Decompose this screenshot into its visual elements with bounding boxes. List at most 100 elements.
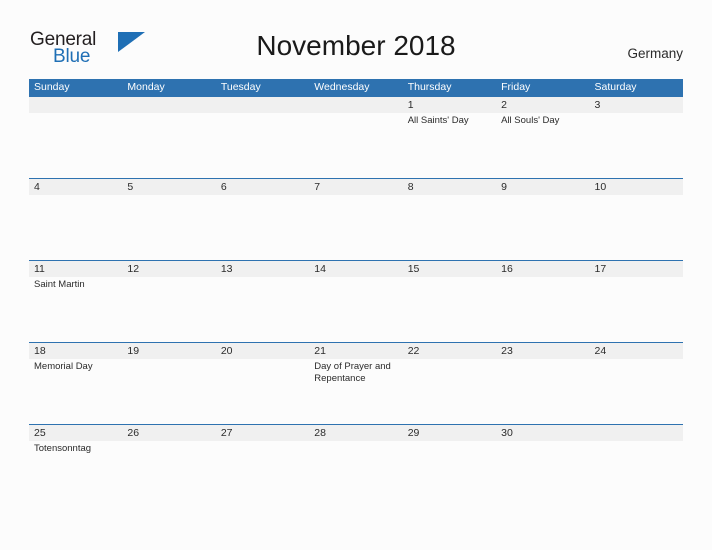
- day-number[interactable]: 8: [403, 179, 496, 195]
- day-cell[interactable]: Totensonntag: [29, 441, 122, 506]
- day-number[interactable]: 11: [29, 261, 122, 277]
- calendar-week-row: 4 5 6 7 8 9 10: [29, 178, 683, 260]
- day-number[interactable]: 26: [122, 425, 215, 441]
- day-cell[interactable]: [122, 277, 215, 342]
- day-number[interactable]: 20: [216, 343, 309, 359]
- day-number[interactable]: 7: [309, 179, 402, 195]
- holiday-label: Day of Prayer and Repentance: [314, 361, 391, 384]
- day-cell[interactable]: [590, 441, 683, 506]
- calendar-week-row: 18 19 20 21 22 23 24 Memorial Day Day of…: [29, 342, 683, 424]
- day-number[interactable]: 6: [216, 179, 309, 195]
- day-cell[interactable]: [309, 195, 402, 260]
- day-header-friday: Friday: [501, 81, 531, 93]
- day-cell[interactable]: [29, 113, 122, 178]
- day-cell[interactable]: Saint Martin: [29, 277, 122, 342]
- day-number[interactable]: 25: [29, 425, 122, 441]
- day-header-sunday: Sunday: [34, 81, 70, 93]
- day-number[interactable]: 24: [590, 343, 683, 359]
- day-number[interactable]: 27: [216, 425, 309, 441]
- day-number[interactable]: 17: [590, 261, 683, 277]
- day-cell[interactable]: [216, 113, 309, 178]
- day-cell[interactable]: [122, 195, 215, 260]
- day-cell[interactable]: [403, 441, 496, 506]
- day-cell[interactable]: [403, 359, 496, 424]
- day-header-saturday: Saturday: [594, 81, 637, 93]
- day-header-thursday: Thursday: [407, 81, 452, 93]
- day-cell[interactable]: [496, 441, 589, 506]
- day-cell[interactable]: All Souls' Day: [496, 113, 589, 178]
- day-number[interactable]: 12: [122, 261, 215, 277]
- day-cell[interactable]: [590, 113, 683, 178]
- day-number[interactable]: 18: [29, 343, 122, 359]
- country-label: Germany: [627, 46, 683, 61]
- day-cell[interactable]: [309, 113, 402, 178]
- week-date-number-band: 1 2 3: [29, 97, 683, 113]
- day-number[interactable]: 21: [309, 343, 402, 359]
- day-cell[interactable]: [590, 359, 683, 424]
- day-number[interactable]: [29, 97, 122, 113]
- day-cell[interactable]: [590, 195, 683, 260]
- day-of-week-header-row: Sunday Monday Tuesday Wednesday Thursday…: [29, 79, 683, 96]
- day-number[interactable]: 4: [29, 179, 122, 195]
- day-number[interactable]: 3: [590, 97, 683, 113]
- day-number[interactable]: 30: [496, 425, 589, 441]
- day-number[interactable]: [122, 97, 215, 113]
- day-cell[interactable]: [496, 195, 589, 260]
- day-cell[interactable]: [403, 277, 496, 342]
- day-number[interactable]: 13: [216, 261, 309, 277]
- page-header: General Blue November 2018 Germany: [0, 0, 712, 78]
- day-header-wednesday: Wednesday: [314, 81, 370, 93]
- day-number[interactable]: 5: [122, 179, 215, 195]
- day-cell[interactable]: [496, 359, 589, 424]
- day-cell[interactable]: [309, 277, 402, 342]
- holiday-label: All Saints' Day: [407, 115, 469, 126]
- day-number[interactable]: 19: [122, 343, 215, 359]
- day-number[interactable]: 22: [403, 343, 496, 359]
- day-cell[interactable]: [122, 441, 215, 506]
- day-cell[interactable]: [122, 113, 215, 178]
- week-date-number-band: 25 26 27 28 29 30: [29, 425, 683, 441]
- day-number[interactable]: [590, 425, 683, 441]
- day-number[interactable]: 9: [496, 179, 589, 195]
- week-event-band: Totensonntag: [29, 441, 683, 506]
- week-event-band: Saint Martin: [29, 277, 683, 342]
- day-cell[interactable]: [403, 195, 496, 260]
- day-number[interactable]: 29: [403, 425, 496, 441]
- day-cell[interactable]: [309, 441, 402, 506]
- page-title: November 2018: [256, 30, 456, 61]
- day-number[interactable]: 16: [496, 261, 589, 277]
- day-number[interactable]: 14: [309, 261, 402, 277]
- day-number[interactable]: 1: [403, 97, 496, 113]
- week-event-band: Memorial Day Day of Prayer and Repentanc…: [29, 359, 683, 424]
- day-number[interactable]: 10: [590, 179, 683, 195]
- day-cell[interactable]: Day of Prayer and Repentance: [309, 359, 402, 424]
- day-number[interactable]: 23: [496, 343, 589, 359]
- day-number[interactable]: 2: [496, 97, 589, 113]
- day-header-monday: Monday: [127, 81, 165, 93]
- day-cell[interactable]: [590, 277, 683, 342]
- week-date-number-band: 11 12 13 14 15 16 17: [29, 261, 683, 277]
- week-event-band: [29, 195, 683, 260]
- day-cell[interactable]: Memorial Day: [29, 359, 122, 424]
- day-number[interactable]: [216, 97, 309, 113]
- holiday-label: Memorial Day: [34, 361, 93, 372]
- day-cell[interactable]: [216, 441, 309, 506]
- day-number[interactable]: 28: [309, 425, 402, 441]
- day-cell[interactable]: [29, 195, 122, 260]
- week-date-number-band: 18 19 20 21 22 23 24: [29, 343, 683, 359]
- day-cell[interactable]: [216, 195, 309, 260]
- holiday-label: All Souls' Day: [501, 115, 560, 126]
- day-number[interactable]: [309, 97, 402, 113]
- calendar-grid: Sunday Monday Tuesday Wednesday Thursday…: [29, 79, 683, 506]
- day-cell[interactable]: [496, 277, 589, 342]
- day-cell[interactable]: All Saints' Day: [403, 113, 496, 178]
- week-event-band: All Saints' Day All Souls' Day: [29, 113, 683, 178]
- day-cell[interactable]: [216, 359, 309, 424]
- calendar-week-row: 25 26 27 28 29 30 Totensonntag: [29, 424, 683, 506]
- day-cell[interactable]: [216, 277, 309, 342]
- day-number[interactable]: 15: [403, 261, 496, 277]
- calendar-page: General Blue November 2018 Germany Sunda…: [0, 0, 712, 550]
- day-cell[interactable]: [122, 359, 215, 424]
- calendar-week-row: 11 12 13 14 15 16 17 Saint Martin: [29, 260, 683, 342]
- holiday-label: Saint Martin: [34, 279, 85, 290]
